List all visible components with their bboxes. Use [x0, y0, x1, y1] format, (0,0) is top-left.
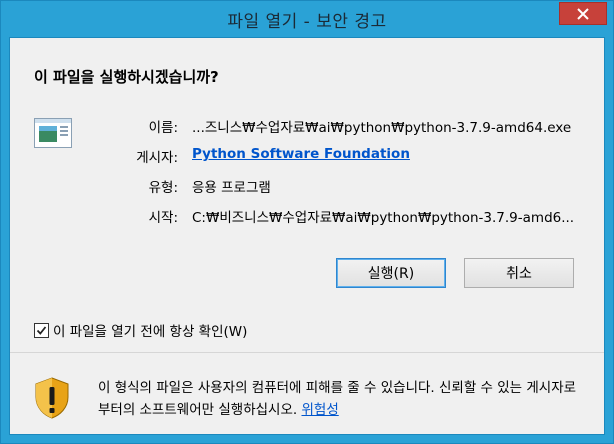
application-icon	[34, 118, 72, 148]
name-value: ...즈니스₩수업자료₩ai₩python₩python-3.7.9-amd64…	[192, 120, 572, 136]
checkmark-icon	[36, 325, 47, 335]
always-ask-label: 이 파일을 열기 전에 항상 확인(W)	[53, 324, 248, 340]
prompt-question: 이 파일을 실행하시겠습니까?	[34, 68, 219, 86]
close-button[interactable]	[559, 2, 607, 25]
dialog-window: 파일 열기 - 보안 경고 이 파일을 실행하시겠습니까? 이름: ...즈니스…	[0, 0, 614, 444]
warning-panel: 이 형식의 파일은 사용자의 컴퓨터에 피해를 줄 수 있습니다. 신뢰할 수 …	[10, 353, 604, 434]
warning-message: 이 형식의 파일은 사용자의 컴퓨터에 피해를 줄 수 있습니다. 신뢰할 수 …	[98, 377, 588, 421]
dialog-body: 이 파일을 실행하시겠습니까? 이름: ...즈니스₩수업자료₩ai₩pytho…	[9, 37, 605, 435]
type-value: 응용 프로그램	[192, 180, 271, 196]
close-icon	[577, 7, 589, 20]
always-ask-option[interactable]: 이 파일을 열기 전에 항상 확인(W)	[34, 320, 247, 340]
title-bar[interactable]: 파일 열기 - 보안 경고	[1, 1, 613, 37]
name-label: 이름:	[148, 120, 178, 136]
from-value: C:₩비즈니스₩수업자료₩ai₩python₩python-3.7.9-amd6…	[192, 210, 575, 226]
always-ask-checkbox[interactable]	[34, 322, 49, 338]
run-button[interactable]: 실행(R)	[336, 258, 446, 288]
security-shield-icon	[35, 377, 69, 419]
risk-link[interactable]: 위험성	[301, 402, 338, 418]
type-label: 유형:	[148, 180, 178, 196]
publisher-link[interactable]: Python Software Foundation	[192, 146, 410, 162]
cancel-button[interactable]: 취소	[464, 258, 574, 288]
publisher-label: 게시자:	[136, 150, 178, 166]
from-label: 시작:	[148, 210, 178, 226]
window-title: 파일 열기 - 보안 경고	[227, 11, 387, 32]
